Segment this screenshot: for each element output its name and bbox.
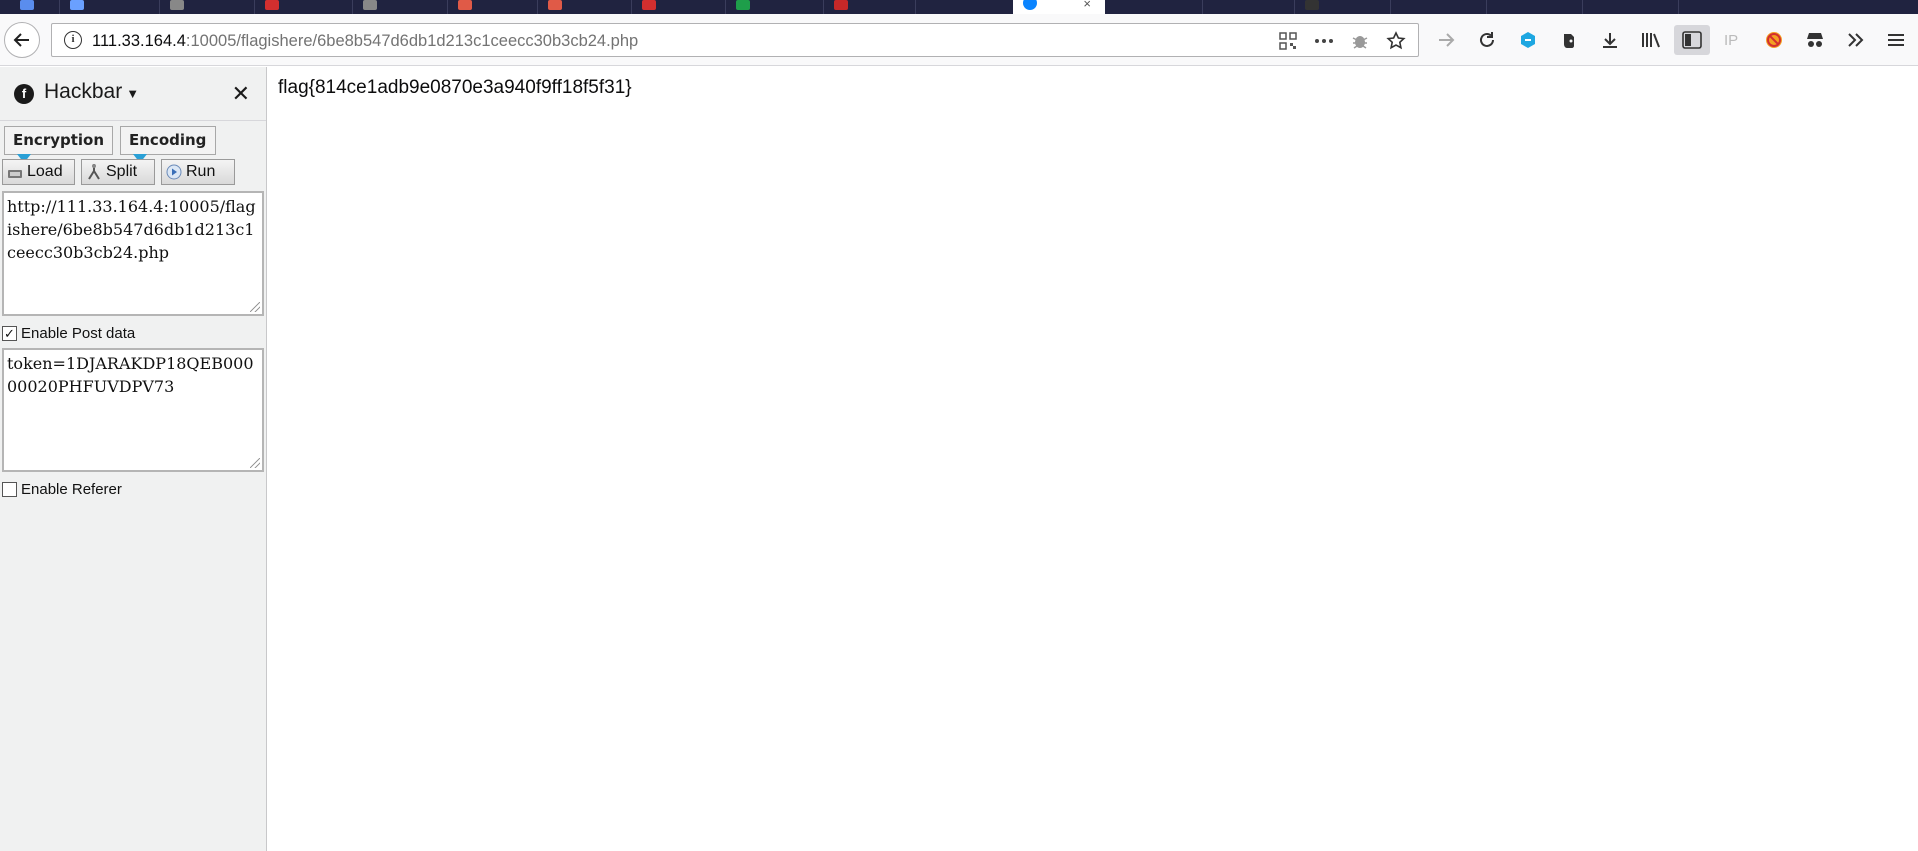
enable-referer-label: Enable Referer <box>21 481 122 498</box>
resize-grip-icon[interactable] <box>250 458 260 468</box>
load-icon <box>7 164 23 180</box>
browser-tab-active[interactable]: × <box>1013 0 1105 14</box>
more-actions-icon[interactable] <box>1310 28 1338 54</box>
globe-icon <box>1023 0 1037 10</box>
enable-post-checkbox[interactable]: ✓ <box>2 326 17 341</box>
library-icon[interactable] <box>1633 25 1669 55</box>
qr-code-icon[interactable] <box>1274 28 1302 54</box>
enable-post-row: ✓ Enable Post data <box>2 325 135 342</box>
close-sidebar-icon[interactable]: ✕ <box>232 81 250 107</box>
browser-tab[interactable] <box>353 0 448 14</box>
blocker-icon[interactable] <box>1756 25 1792 55</box>
play-icon <box>166 164 182 180</box>
browser-tab[interactable] <box>1105 0 1203 14</box>
page-content: flag{814ce1adb9e0870e3a940f9ff18f5f31} <box>268 67 1918 851</box>
download-icon[interactable] <box>1592 25 1628 55</box>
browser-tab[interactable] <box>1583 0 1679 14</box>
browser-tab[interactable] <box>538 0 632 14</box>
site-info-icon[interactable]: i <box>64 31 82 49</box>
encoding-dropdown[interactable]: Encoding <box>120 126 216 163</box>
post-data-textarea[interactable]: token=1DJARAKDP18QEB00000020PHFUVDPV73 <box>2 348 264 472</box>
browser-tab[interactable] <box>448 0 538 14</box>
browser-tab[interactable] <box>1295 0 1391 14</box>
hamburger-menu-icon[interactable] <box>1878 25 1914 55</box>
incognito-icon[interactable] <box>1797 25 1833 55</box>
browser-tab[interactable] <box>824 0 916 14</box>
load-url-button[interactable]: Load <box>2 159 75 185</box>
tab-strip: × <box>0 0 1918 14</box>
ip-icon[interactable]: IP <box>1715 25 1751 55</box>
url-textarea[interactable]: http://111.33.164.4:10005/flagishere/6be… <box>2 191 264 316</box>
browser-tab[interactable] <box>726 0 824 14</box>
browser-tab[interactable] <box>1487 0 1583 14</box>
url-text[interactable]: 111.33.164.4:10005/flagishere/6be8b547d6… <box>92 32 638 51</box>
evernote-icon[interactable] <box>1551 25 1587 55</box>
browser-tab[interactable] <box>632 0 726 14</box>
enable-referer-checkbox[interactable] <box>2 482 17 497</box>
resize-grip-icon[interactable] <box>250 302 260 312</box>
navigation-toolbar: i 111.33.164.4:10005/flagishere/6be8b547… <box>0 14 1918 66</box>
sidebar-header: f Hackbar ▼ ✕ <box>0 67 266 121</box>
chevron-down-icon: ▼ <box>126 86 140 101</box>
hackbar-sidebar: f Hackbar ▼ ✕ Encryption Encoding Load Sp… <box>0 67 267 851</box>
extension-cube-icon[interactable] <box>1510 25 1546 55</box>
svg-text:IP: IP <box>1724 32 1738 48</box>
address-bar[interactable]: i 111.33.164.4:10005/flagishere/6be8b547… <box>51 23 1419 57</box>
split-icon <box>86 164 102 180</box>
enable-post-label: Enable Post data <box>21 325 136 342</box>
arrow-left-icon <box>13 33 29 47</box>
enable-referer-row: Enable Referer <box>2 481 122 498</box>
close-tab-icon[interactable]: × <box>1083 0 1091 10</box>
browser-tab[interactable] <box>160 0 255 14</box>
browser-tab[interactable] <box>0 0 60 14</box>
bookmark-star-icon[interactable] <box>1382 28 1410 54</box>
back-button[interactable] <box>4 22 40 58</box>
bug-icon[interactable] <box>1346 28 1374 54</box>
overflow-chevrons-icon[interactable] <box>1838 25 1874 55</box>
forward-arrow-icon[interactable] <box>1428 25 1464 55</box>
flag-text: flag{814ce1adb9e0870e3a940f9ff18f5f31} <box>278 77 632 98</box>
sidebar-title-switcher[interactable]: Hackbar ▼ <box>44 80 139 104</box>
browser-tab[interactable] <box>1203 0 1295 14</box>
hackbar-logo-icon: f <box>14 84 34 104</box>
sidebar-title: Hackbar <box>44 80 123 103</box>
sidebar-toggle-icon[interactable] <box>1674 25 1710 55</box>
encryption-dropdown[interactable]: Encryption <box>4 126 113 163</box>
browser-tab[interactable] <box>60 0 160 14</box>
split-url-button[interactable]: Split <box>81 159 155 185</box>
run-button[interactable]: Run <box>161 159 235 185</box>
browser-tab[interactable] <box>1391 0 1487 14</box>
reload-icon[interactable] <box>1469 25 1505 55</box>
browser-tab[interactable] <box>255 0 353 14</box>
